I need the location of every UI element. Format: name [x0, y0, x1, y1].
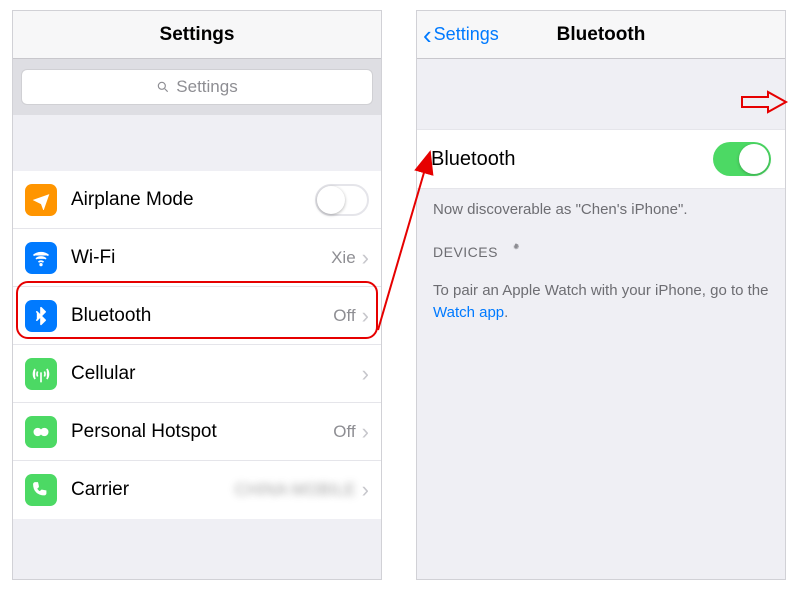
row-label: Bluetooth [431, 148, 713, 171]
airplane-toggle[interactable] [315, 184, 369, 216]
chevron-right-icon: › [362, 363, 369, 385]
row-value: Off [333, 306, 355, 326]
navbar: ‹ Settings Bluetooth [417, 11, 785, 59]
back-label: Settings [434, 24, 499, 45]
watch-app-link[interactable]: Watch app [433, 304, 504, 321]
hotspot-icon [25, 416, 57, 448]
devices-header: DEVICES [417, 240, 785, 274]
row-label: Carrier [71, 479, 235, 501]
chevron-right-icon: › [362, 305, 369, 327]
pair-instructions: To pair an Apple Watch with your iPhone,… [417, 274, 785, 340]
airplane-icon [25, 184, 57, 216]
devices-header-label: DEVICES [433, 244, 498, 260]
cellular-icon [25, 358, 57, 390]
section-gap [13, 115, 381, 171]
chevron-right-icon: › [362, 479, 369, 501]
row-label: Wi-Fi [71, 247, 331, 269]
carrier-icon [25, 474, 57, 506]
bluetooth-detail-pane: ‹ Settings Bluetooth Bluetooth Now disco… [416, 10, 786, 580]
row-label: Bluetooth [71, 305, 333, 327]
row-value: CHINA MOBILE [235, 480, 356, 500]
search-placeholder: Settings [176, 77, 237, 97]
settings-list: Airplane Mode Wi-Fi Xie › Bluetooth Off … [13, 171, 381, 519]
back-button[interactable]: ‹ Settings [423, 22, 499, 48]
bluetooth-toggle[interactable] [713, 142, 771, 176]
row-label: Cellular [71, 363, 362, 385]
navbar: Settings [13, 11, 381, 59]
row-cellular[interactable]: Cellular › [13, 345, 381, 403]
discoverable-caption: Now discoverable as "Chen's iPhone". [417, 189, 785, 240]
search-icon [156, 80, 170, 94]
row-bluetooth[interactable]: Bluetooth Off › [13, 287, 381, 345]
bluetooth-toggle-row[interactable]: Bluetooth [417, 129, 785, 189]
wifi-icon [25, 242, 57, 274]
row-label: Airplane Mode [71, 189, 315, 211]
search-input[interactable]: Settings [21, 69, 373, 105]
loading-spinner-icon [508, 244, 524, 260]
chevron-right-icon: › [362, 421, 369, 443]
row-wifi[interactable]: Wi-Fi Xie › [13, 229, 381, 287]
pair-text-prefix: To pair an Apple Watch with your iPhone,… [433, 282, 768, 299]
search-bar-container: Settings [13, 59, 381, 115]
row-value: Xie [331, 248, 356, 268]
settings-root-pane: Settings Settings Airplane Mode [12, 10, 382, 580]
chevron-left-icon: ‹ [423, 22, 432, 48]
section-gap [417, 59, 785, 129]
row-airplane-mode[interactable]: Airplane Mode [13, 171, 381, 229]
page-title: Settings [160, 24, 235, 46]
page-title: Bluetooth [557, 24, 646, 46]
bluetooth-icon [25, 300, 57, 332]
row-label: Personal Hotspot [71, 421, 333, 443]
row-personal-hotspot[interactable]: Personal Hotspot Off › [13, 403, 381, 461]
row-value: Off [333, 422, 355, 442]
pair-text-suffix: . [504, 304, 508, 321]
chevron-right-icon: › [362, 247, 369, 269]
row-carrier[interactable]: Carrier CHINA MOBILE › [13, 461, 381, 519]
